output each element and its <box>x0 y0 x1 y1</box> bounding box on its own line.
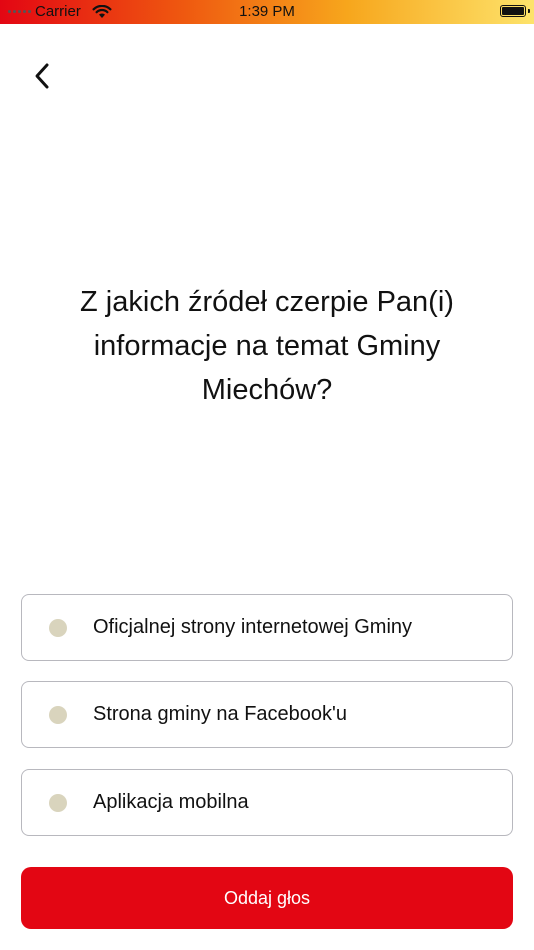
answer-option-label: Oficjalnej strony internetowej Gminy <box>93 616 413 638</box>
submit-vote-button[interactable]: Oddaj głos <box>21 867 513 929</box>
radio-button[interactable] <box>49 705 67 724</box>
question-line-3: Miechów? <box>201 374 333 406</box>
radio-button[interactable] <box>49 618 67 637</box>
question-line-1: Z jakich źródeł czerpie Pan(i) <box>80 286 454 318</box>
battery-icon <box>500 5 526 17</box>
question-line-2: informacje na temat Gminy <box>93 330 441 362</box>
back-button[interactable] <box>22 56 62 96</box>
radio-button[interactable] <box>49 793 67 812</box>
status-bar-content: Carrier 1:39 PM <box>0 0 534 24</box>
chevron-left-icon <box>35 63 49 89</box>
answer-option-label: Strona gminy na Facebook'u <box>93 703 347 725</box>
answer-option-facebook[interactable]: Strona gminy na Facebook'u <box>21 681 513 748</box>
answer-option-mobile-app[interactable]: Aplikacja mobilna <box>21 769 513 836</box>
answer-option-label: Aplikacja mobilna <box>93 791 249 813</box>
battery-tip <box>528 9 530 13</box>
question-title: Z jakich źródeł czerpie Pan(i) informacj… <box>40 280 494 412</box>
answer-option-official-website[interactable]: Oficjalnej strony internetowej Gminy <box>21 594 513 661</box>
status-time: 1:39 PM <box>239 3 295 20</box>
